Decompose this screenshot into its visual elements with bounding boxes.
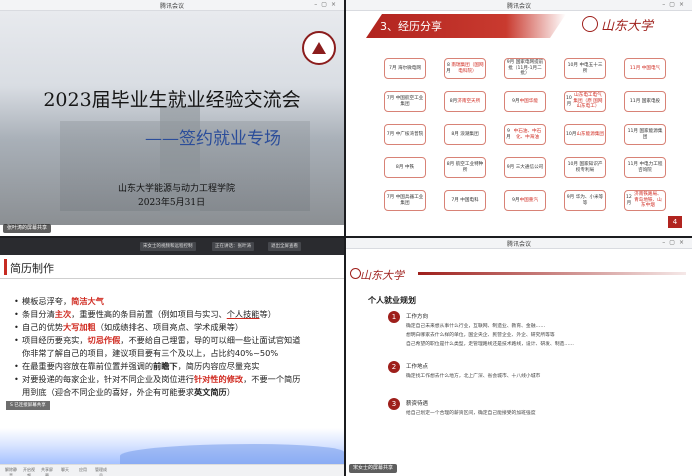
company-cell: 11月 中电力工程咨询院	[624, 157, 666, 178]
pane-titlebar: 腾讯会议 –▢×	[346, 238, 692, 249]
bullet-item: 对要投递的每家企业，针对不同企业及岗位进行针对性的修改，不要一个简历	[14, 373, 336, 386]
company-cell: 7月 海尔微电网	[384, 58, 426, 79]
slide-main-title: 2023届毕业生就业经验交流会	[43, 89, 301, 111]
company-cell: 8月 浪潮集团	[444, 124, 486, 145]
step-line: 确定自己未来想从事什么行业，互联网、制造业、教育、金融……	[406, 324, 546, 329]
step-line: 想明白哪家去什么样的单位，国企央企、民营企业、外企、研究所等等	[406, 333, 555, 338]
bullet-item: 在最重要内容放在靠前位置并强调的前瞻下，简历内容应尽量充实	[14, 360, 336, 373]
company-cell: 7月 中广核湾普院	[384, 124, 426, 145]
step-title: 工作方向	[406, 314, 429, 320]
step-number: 1	[388, 311, 400, 323]
university-logo-icon	[302, 31, 336, 65]
company-cell: 11月 中国电气	[624, 58, 666, 79]
step-line: 确定找工作想去什么地方，北上广深、省会城市、十八线小城市	[406, 374, 541, 379]
share-label: 张叶涛的屏幕共享	[3, 224, 52, 233]
toolbar-chip-speaking: 正在讲话：张叶涛	[212, 242, 254, 251]
share-pane-experience[interactable]: 腾讯会议 –▢× 3、经历分享 山东大学 7月 海尔微电网 8月 南瑞集团（国网电…	[346, 0, 692, 236]
company-cell: 11月 国家电投	[624, 91, 666, 112]
step-line: 自己希望的职位是什么类型，走管理路线还是技术路线，设计、研发、制造……	[406, 342, 574, 347]
company-cell: 10月 山东电工电气集团（原 国网山东电工）	[564, 91, 606, 112]
bullet-item: 模板忌浮夸，简洁大气	[14, 295, 336, 308]
company-cell: 9月 中国华能	[504, 91, 546, 112]
window-controls[interactable]: –▢×	[662, 239, 688, 246]
control-button[interactable]: 管理成员	[94, 467, 108, 476]
window-title: 腾讯会议	[506, 241, 531, 248]
company-cell: 9月 国家电网提前批（11月-1月二批）	[504, 58, 546, 79]
window-title: 腾讯会议	[506, 3, 531, 10]
university-seal-icon	[582, 16, 598, 32]
slide-title: 2023届毕业生就业经验交流会 ——签约就业专场 山东大学能源与动力工程学院 2…	[0, 11, 344, 225]
section-title: 3、经历分享	[380, 20, 442, 33]
bullet-item: 条目分清主次，重要性高的条目前置（例如项目与实习、个人技能等）	[14, 308, 336, 321]
control-button[interactable]: 开启视频	[22, 467, 36, 476]
step-number: 3	[388, 398, 400, 410]
page-number: 4	[668, 216, 682, 228]
step-title: 工作地点	[406, 364, 429, 370]
slide-date: 2023年5月31日	[138, 198, 206, 208]
share-toolbar: 宋女士的视频和远程控制 正在讲话：张叶涛 退出全屏查看	[0, 238, 344, 255]
company-cell: 7月 中国兵器工业集团	[384, 190, 426, 211]
company-grid: 7月 海尔微电网 8月 南瑞集团（国网电科院） 9月 国家电网提前批（11月-1月二…	[384, 58, 670, 224]
company-cell: 8月 航空工业特种所	[444, 157, 486, 178]
section-title: 个人就业规划	[368, 296, 416, 305]
company-cell: 11月 国家能源集团	[624, 124, 666, 145]
share-pane-resume[interactable]: 宋女士的视频和远程控制 正在讲话：张叶涛 退出全屏查看 简历制作 模板忌浮夸，简…	[0, 238, 344, 476]
share-label: 宋女士的屏幕共享	[349, 464, 398, 473]
divider	[0, 278, 344, 279]
control-button[interactable]: 解除静音	[4, 467, 18, 476]
meeting-grid: 腾讯会议 –▢× 2023届毕业生就业经验交流会 ——签约就业专场 山东大学能源…	[0, 0, 692, 476]
company-cell: 8月 济南空天所	[444, 91, 486, 112]
company-cell: 10月 国家知识产权专利局	[564, 157, 606, 178]
window-title: 腾讯会议	[159, 3, 184, 10]
company-cell: 8月 南瑞集团（国网电科院）	[444, 58, 486, 79]
company-cell: 8月 中铁	[384, 157, 426, 178]
control-button[interactable]: 应用	[76, 467, 90, 473]
step-number: 2	[388, 361, 400, 373]
slide-heading: 简历制作	[10, 262, 54, 275]
toolbar-chip-left[interactable]: 宋女士的视频和远程控制	[140, 242, 196, 251]
slide-subtitle: ——签约就业专场	[145, 129, 281, 149]
heading-accent	[4, 259, 7, 275]
window-controls[interactable]: –▢×	[314, 1, 340, 8]
company-cell: 12月 济南铁路局、青岛地铁、山东中烟	[624, 190, 666, 211]
brand-logo: 山东大学	[360, 269, 404, 282]
bullet-item: 自己的优势大写加粗（如成绩排名、项目亮点、学术成果等）	[14, 321, 336, 334]
control-button[interactable]: 聊天	[58, 467, 72, 473]
step-line: 给自己划定一个合理的薪资区间，确定自己能接受的加班强度	[406, 411, 536, 416]
slide-org: 山东大学能源与动力工程学院	[118, 184, 236, 194]
share-pane-plan[interactable]: 腾讯会议 –▢× 山东大学 个人就业规划 1 工作方向确定自己未来想从事什么行业，…	[346, 238, 692, 476]
company-cell: 9月 华为、小米等等	[564, 190, 606, 211]
bullet-item: 你非常了解自己的项目，建议项目要有三个及以上，占比约40%~50%	[22, 348, 279, 358]
share-pane-title-slide[interactable]: 腾讯会议 –▢× 2023届毕业生就业经验交流会 ——签约就业专场 山东大学能源…	[0, 0, 344, 236]
company-cell: 7月 中国电科	[444, 190, 486, 211]
company-cell: 9月 中国重汽	[504, 190, 546, 211]
bullet-list: 模板忌浮夸，简洁大气条目分清主次，重要性高的条目前置（例如项目与实习、个人技能等…	[14, 295, 336, 399]
bullet-item: 用到底（迎合不同企业的喜好，外企有可能要求英文简历）	[22, 387, 235, 397]
company-cell: 9月 中石油、中石化、中海油	[504, 124, 546, 145]
window-controls[interactable]: –▢×	[662, 1, 688, 8]
pane-titlebar: 腾讯会议 –▢×	[346, 0, 692, 11]
decor-wave-2	[120, 444, 344, 464]
exit-fullscreen-button[interactable]: 退出全屏查看	[268, 242, 301, 251]
company-cell: 10月 中电五十三所	[564, 58, 606, 79]
connection-tag: S 已连接屏幕共享	[6, 401, 50, 410]
company-cell: 10月 山东能源集团	[564, 124, 606, 145]
header-bar	[418, 272, 686, 275]
meeting-controls-bar: 解除静音 开启视频 共享屏幕 聊天 应用 管理成员	[0, 464, 344, 476]
step-title: 薪资待遇	[406, 401, 429, 407]
control-button[interactable]: 共享屏幕	[40, 467, 54, 476]
company-cell: 7月 中国航空工业集团	[384, 91, 426, 112]
brand-logo: 山东大学	[601, 19, 654, 34]
pane-titlebar: 腾讯会议 –▢×	[0, 0, 344, 11]
company-cell: 9月 三大通信公司	[504, 157, 546, 178]
bullet-item: 项目经历要充实，切忌作假，不要给自己埋雷，导的可以细一些让面试官知道	[14, 334, 336, 347]
